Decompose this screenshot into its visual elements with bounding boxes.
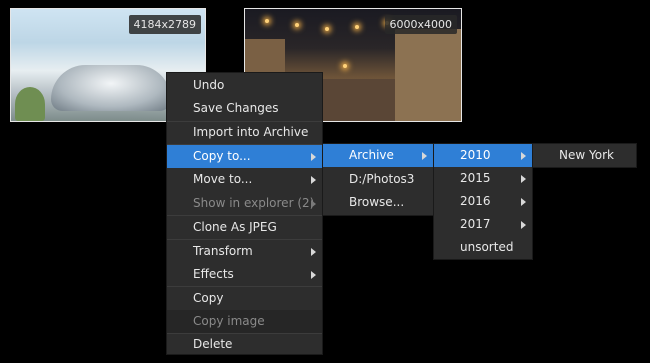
menu-item-import-into-archive[interactable]: Import into Archive xyxy=(167,121,322,144)
menu-item-label: Clone As JPEG xyxy=(193,220,277,234)
menu-item-label: unsorted xyxy=(460,240,514,254)
menu-item-effects[interactable]: Effects xyxy=(167,263,322,286)
submenu-arrow-icon xyxy=(311,271,316,279)
menu-item-show-in-explorer: Show in explorer (2) xyxy=(167,192,322,215)
building-shape xyxy=(395,29,461,121)
submenu-item-archive[interactable]: Archive xyxy=(323,144,433,167)
street-lamp xyxy=(343,64,347,68)
image-size-label: 6000x4000 xyxy=(384,15,457,34)
menu-item-label: 2015 xyxy=(460,171,491,185)
menu-item-label: 2010 xyxy=(460,148,491,162)
menu-item-copy-image: Copy image xyxy=(167,310,322,333)
submenu-item-browse[interactable]: Browse... xyxy=(323,191,433,214)
submenu-arrow-icon xyxy=(521,198,526,206)
submenu-arrow-icon xyxy=(521,152,526,160)
submenu-item-2010[interactable]: 2010 xyxy=(434,144,532,167)
submenu-item-photos3[interactable]: D:/Photos3 xyxy=(323,168,433,191)
submenu-arrow-icon xyxy=(311,248,316,256)
menu-item-label: Move to... xyxy=(193,172,253,186)
year-submenu: New York xyxy=(532,143,637,168)
menu-item-undo[interactable]: Undo xyxy=(167,74,322,97)
menu-item-label: Browse... xyxy=(349,195,405,209)
menu-item-label: Copy image xyxy=(193,314,265,328)
menu-item-label: Delete xyxy=(193,337,233,351)
image-size-label: 4184x2789 xyxy=(128,15,201,34)
submenu-item-unsorted[interactable]: unsorted xyxy=(434,236,532,259)
menu-item-label: Effects xyxy=(193,267,234,281)
menu-item-label: Copy to... xyxy=(193,149,251,163)
archive-submenu: 2010 2015 2016 2017 unsorted xyxy=(433,143,533,260)
menu-item-clone-as-jpeg[interactable]: Clone As JPEG xyxy=(167,216,322,239)
submenu-arrow-icon xyxy=(311,200,316,208)
submenu-arrow-icon xyxy=(521,175,526,183)
context-menu: Undo Save Changes Import into Archive Co… xyxy=(166,72,323,355)
menu-item-label: Undo xyxy=(193,78,225,92)
menu-item-label: Archive xyxy=(349,148,394,162)
menu-item-label: Save Changes xyxy=(193,101,279,115)
menu-item-transform[interactable]: Transform xyxy=(167,240,322,263)
submenu-item-2015[interactable]: 2015 xyxy=(434,167,532,190)
submenu-arrow-icon xyxy=(422,152,427,160)
menu-item-label: 2017 xyxy=(460,217,491,231)
menu-item-label: Transform xyxy=(193,244,253,258)
submenu-item-new-york[interactable]: New York xyxy=(533,144,636,167)
menu-item-copy[interactable]: Copy xyxy=(167,287,322,310)
string-light xyxy=(325,27,329,31)
menu-item-label: D:/Photos3 xyxy=(349,172,415,186)
menu-item-delete[interactable]: Delete xyxy=(167,333,322,356)
menu-item-label: Copy xyxy=(193,291,224,305)
menu-item-label: New York xyxy=(559,148,614,162)
tree-shape xyxy=(15,87,45,121)
menu-item-move-to[interactable]: Move to... xyxy=(167,168,322,191)
submenu-arrow-icon xyxy=(311,176,316,184)
menu-item-save-changes[interactable]: Save Changes xyxy=(167,97,322,120)
submenu-item-2016[interactable]: 2016 xyxy=(434,190,532,213)
menu-item-label: Import into Archive xyxy=(193,125,309,139)
sculpture-shape xyxy=(51,65,171,111)
string-light xyxy=(295,23,299,27)
string-light xyxy=(265,19,269,23)
menu-item-label: Show in explorer (2) xyxy=(193,196,315,210)
menu-item-copy-to[interactable]: Copy to... xyxy=(167,145,322,168)
menu-item-label: 2016 xyxy=(460,194,491,208)
submenu-arrow-icon xyxy=(311,153,316,161)
copy-to-submenu: Archive D:/Photos3 Browse... xyxy=(322,143,434,216)
string-light xyxy=(355,25,359,29)
submenu-arrow-icon xyxy=(521,221,526,229)
submenu-item-2017[interactable]: 2017 xyxy=(434,213,532,236)
